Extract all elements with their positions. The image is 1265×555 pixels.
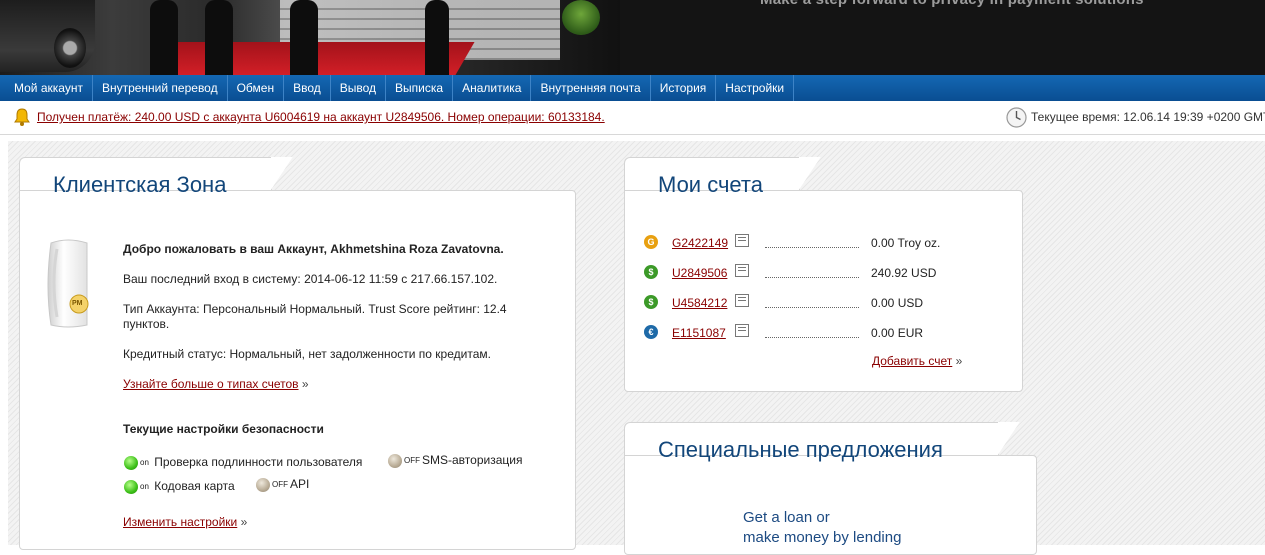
my-accounts-title: Мои счета	[658, 172, 763, 197]
statement-doc-icon[interactable]	[735, 264, 749, 277]
account-row: € E1151087 0.00 EUR	[644, 323, 984, 343]
change-settings-arrow: »	[240, 515, 248, 529]
nav-item-history[interactable]: История	[651, 75, 717, 101]
security-label: Кодовая карта	[154, 479, 235, 493]
bell-icon	[14, 108, 30, 126]
security-state: OFF	[404, 456, 420, 465]
add-account-arrow: »	[955, 354, 963, 368]
statement-doc-icon[interactable]	[735, 294, 749, 307]
status-off-icon	[256, 477, 270, 492]
account-id-link[interactable]: U4584212	[672, 296, 727, 310]
payment-notification-link[interactable]: Получен платёж: 240.00 USD с аккаунта U6…	[37, 110, 605, 124]
security-label: SMS-авторизация	[422, 453, 523, 467]
statement-doc-icon[interactable]	[735, 324, 749, 337]
dotted-leader	[765, 247, 859, 248]
status-on-icon	[124, 455, 138, 470]
my-accounts-body	[624, 190, 1023, 392]
learn-more-link[interactable]: Узнайте больше о типах счетов	[123, 377, 299, 391]
dotted-leader	[765, 277, 859, 278]
status-on-icon	[124, 479, 138, 494]
nav-item-internal-transfer[interactable]: Внутренний перевод	[93, 75, 228, 101]
status-off-icon	[388, 453, 402, 468]
account-row: G G2422149 0.00 Troy oz.	[644, 233, 984, 253]
banner-wheel	[54, 28, 86, 68]
security-row: on Проверка подлинности пользователя	[124, 455, 362, 470]
security-row: OFF API	[256, 477, 309, 492]
security-row: OFF SMS-авторизация	[388, 453, 522, 468]
special-offers-panel: Специальные предложения Get a loan or ma…	[624, 411, 1044, 555]
account-balance: 0.00 EUR	[871, 326, 924, 340]
account-balance: 0.00 USD	[871, 296, 924, 310]
nav-item-statement[interactable]: Выписка	[386, 75, 454, 101]
security-label: API	[290, 477, 310, 491]
banner-car	[0, 0, 95, 72]
security-state: on	[140, 482, 149, 491]
account-row: $ U4584212 0.00 USD	[644, 293, 984, 313]
banner-plant	[562, 0, 600, 35]
learn-more-row: Узнайте больше о типах счетов »	[123, 377, 309, 392]
dotted-leader	[765, 337, 859, 338]
credit-status-text: Кредитный статус: Нормальный, нет задолж…	[123, 347, 491, 361]
banner-person	[425, 0, 449, 75]
account-id-link[interactable]: U2849506	[672, 266, 727, 280]
logo-badge-text: PM	[72, 300, 83, 307]
special-offers-title: Специальные предложения	[658, 437, 943, 462]
nav-item-withdraw[interactable]: Вывод	[331, 75, 387, 101]
nav-item-analytics[interactable]: Аналитика	[453, 75, 532, 101]
nav-item-settings[interactable]: Настройки	[716, 75, 795, 101]
account-type-text: Тип Аккаунта: Персональный Нормальный. T…	[123, 302, 507, 331]
dotted-leader	[765, 307, 859, 308]
security-label: Проверка подлинности пользователя	[154, 455, 363, 469]
banner-person	[150, 0, 178, 75]
statement-doc-icon[interactable]	[735, 234, 749, 247]
clock-icon	[1006, 107, 1027, 128]
banner-photo	[0, 0, 620, 75]
promo-line-2[interactable]: make money by lending	[743, 528, 901, 548]
change-settings-row: Изменить настройки »	[123, 515, 247, 530]
account-balance: 0.00 Troy oz.	[871, 236, 941, 250]
welcome-text: Добро пожаловать в ваш Аккаунт, Akhmetsh…	[123, 242, 504, 256]
client-zone-panel: Клиентская Зона PM Добро пожаловать в ва…	[8, 141, 578, 550]
security-state: on	[140, 458, 149, 467]
security-row: on Кодовая карта	[124, 479, 235, 494]
my-accounts-panel: Мои счета G G2422149 0.00 Troy oz. $ U28…	[624, 141, 1044, 401]
security-heading: Текущие настройки безопасности	[123, 422, 324, 436]
add-account-row: Добавить счет »	[872, 354, 962, 368]
learn-more-arrow: »	[301, 377, 309, 391]
client-zone-title: Клиентская Зона	[53, 172, 227, 197]
banner-person	[205, 0, 233, 75]
header-slogan: Make a step forward to privacy in paymen…	[760, 0, 1144, 8]
usd-coin-icon: $	[644, 265, 658, 279]
add-account-link[interactable]: Добавить счет	[872, 354, 952, 368]
promo-line-1[interactable]: Get a loan or	[743, 508, 830, 528]
security-state: OFF	[272, 480, 288, 489]
nav-item-deposit[interactable]: Ввод	[284, 75, 331, 101]
account-id-link[interactable]: G2422149	[672, 236, 728, 250]
nav-item-exchange[interactable]: Обмен	[228, 75, 285, 101]
current-time: Текущее время: 12.06.14 19:39 +0200 GMT	[1031, 110, 1265, 124]
nav-item-internal-mail[interactable]: Внутренняя почта	[531, 75, 651, 101]
banner-person	[290, 0, 318, 75]
eur-coin-icon: €	[644, 325, 658, 339]
perfect-money-logo-icon	[47, 239, 89, 328]
account-id-link[interactable]: E1151087	[672, 326, 726, 340]
account-balance: 240.92 USD	[871, 266, 937, 280]
nav-item-my-account[interactable]: Мой аккаунт	[5, 75, 93, 101]
content-area: Клиентская Зона PM Добро пожаловать в ва…	[8, 141, 1265, 555]
notification-bar: Получен платёж: 240.00 USD с аккаунта U6…	[0, 101, 1265, 135]
last-login-text: Ваш последний вход в систему: 2014-06-12…	[123, 272, 498, 286]
header-banner: Make a step forward to privacy in paymen…	[0, 0, 1265, 75]
main-nav: Мой аккаунт Внутренний перевод Обмен Вво…	[0, 75, 1265, 101]
account-row: $ U2849506 240.92 USD	[644, 263, 984, 283]
gold-coin-icon: G	[644, 235, 658, 249]
usd-coin-icon: $	[644, 295, 658, 309]
change-settings-link[interactable]: Изменить настройки	[123, 515, 237, 529]
